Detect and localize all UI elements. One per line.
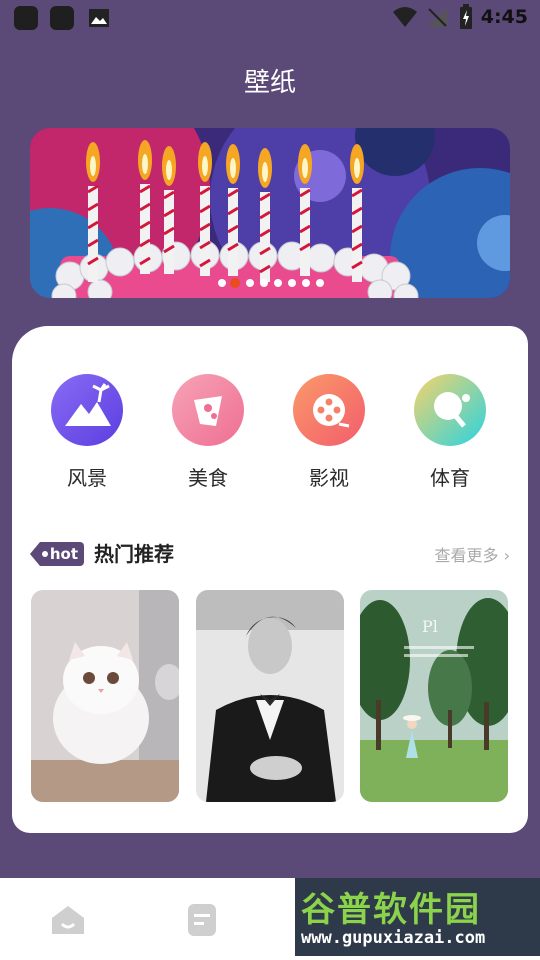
carousel-dot[interactable] — [316, 279, 324, 287]
carousel-dot[interactable] — [218, 279, 226, 287]
wallpaper-thumbnail[interactable] — [196, 590, 344, 802]
category-label: 风景 — [67, 466, 107, 490]
status-bar: 4:45 — [0, 0, 540, 36]
section-title: 热门推荐 — [94, 542, 174, 566]
page-title: 壁纸 — [243, 68, 296, 98]
watermark-url: www.gupuxiazai.com — [301, 928, 486, 948]
app-notification-icon — [14, 6, 38, 30]
food-icon — [172, 374, 244, 446]
kitten-image — [31, 590, 179, 802]
watermark-logo: 谷普软件园 www.gupuxiazai.com — [295, 878, 540, 956]
category-label: 美食 — [188, 466, 228, 490]
carousel-dot-active[interactable] — [230, 278, 240, 288]
home-icon[interactable] — [48, 902, 88, 938]
document-icon[interactable] — [182, 902, 222, 938]
category-movies[interactable]: 影视 — [274, 374, 384, 491]
category-sports[interactable]: 体育 — [395, 374, 505, 491]
wallpaper-thumbnail[interactable] — [31, 590, 179, 802]
app-notification-icon — [50, 6, 74, 30]
carousel-dot[interactable] — [288, 279, 296, 287]
no-signal-icon — [428, 8, 447, 27]
carousel-dot[interactable] — [260, 279, 268, 287]
banner-image — [30, 128, 510, 298]
carousel-dot[interactable] — [274, 279, 282, 287]
category-label: 体育 — [430, 466, 470, 490]
portrait-image — [196, 590, 344, 802]
carousel-dot[interactable] — [302, 279, 310, 287]
see-more-link[interactable]: 查看更多 › — [435, 542, 511, 566]
mountain-palm-icon — [51, 374, 123, 446]
content-card: 风景 美食 影视 体育 hot 热门推荐 查看更多 › Pl — [12, 326, 528, 833]
tag-dot — [42, 551, 48, 557]
ping-pong-icon — [414, 374, 486, 446]
svg-text:Pl: Pl — [422, 617, 438, 636]
carousel-dot[interactable] — [246, 279, 254, 287]
hot-tag-label: hot — [49, 545, 78, 563]
hot-tag: hot — [30, 542, 84, 566]
battery-charging-icon — [460, 4, 472, 29]
watermark-title: 谷普软件园 — [301, 890, 481, 930]
banner-carousel[interactable] — [30, 128, 510, 298]
image-icon — [89, 9, 109, 27]
category-label: 影视 — [309, 466, 349, 490]
film-reel-icon — [293, 374, 365, 446]
wallpaper-thumbnail[interactable]: Pl — [360, 590, 508, 802]
status-time: 4:45 — [480, 6, 528, 28]
forest-image: Pl — [360, 590, 508, 802]
wifi-icon — [393, 7, 417, 27]
category-scenery[interactable]: 风景 — [32, 374, 142, 491]
category-food[interactable]: 美食 — [153, 374, 263, 491]
